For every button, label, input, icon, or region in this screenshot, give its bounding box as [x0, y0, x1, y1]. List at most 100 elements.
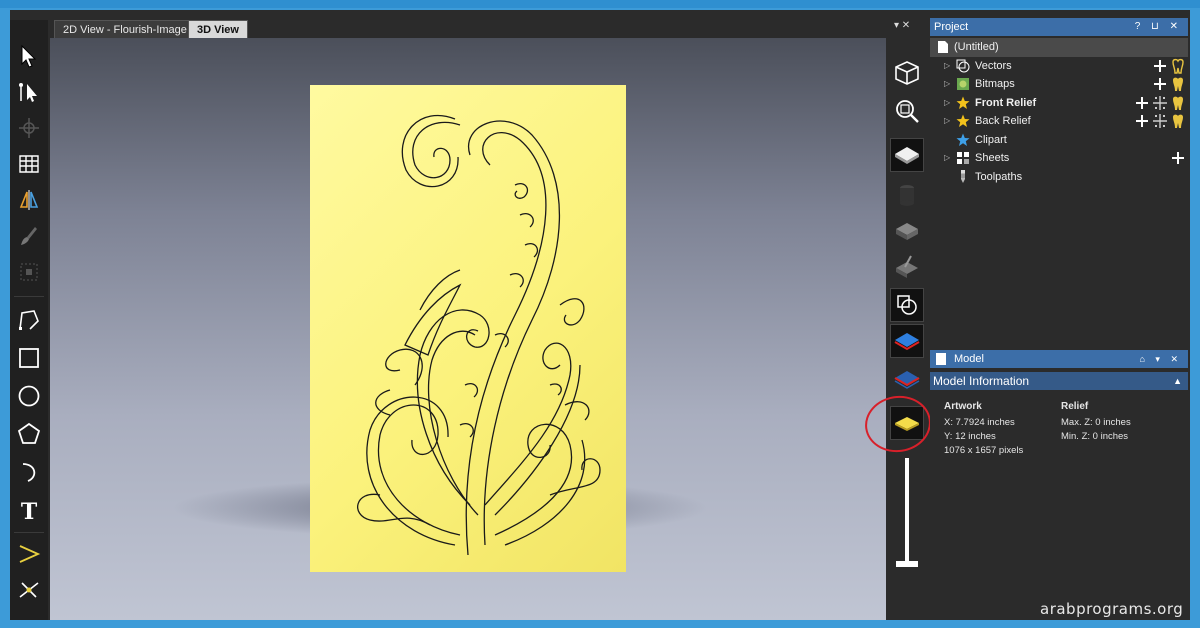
expand-arrow-icon[interactable]: ▷: [944, 75, 950, 93]
cylinder-icon[interactable]: [890, 178, 924, 212]
tree-item-clipart[interactable]: Clipart: [930, 131, 1188, 150]
arc-icon[interactable]: [13, 456, 45, 488]
tree-item-label: Vectors: [975, 59, 1012, 72]
model-header[interactable]: Model ⌂ ▾ ✕: [930, 350, 1188, 368]
star-icon: [956, 96, 970, 109]
expand-arrow-icon[interactable]: ▷: [944, 94, 950, 112]
grid-dots-icon[interactable]: [1152, 95, 1168, 111]
relief-panel[interactable]: [310, 85, 626, 572]
view-icon-strip: ▾ ✕: [886, 18, 928, 620]
model-information-title: Model Information: [933, 374, 1030, 388]
tree-item-front-relief[interactable]: ▷ Front Relief: [930, 94, 1188, 113]
tree-item-sheets[interactable]: ▷ Sheets: [930, 149, 1188, 168]
3d-viewport[interactable]: [50, 38, 886, 620]
grid-snap-icon[interactable]: [13, 256, 45, 288]
tree-item-vectors[interactable]: ▷ Vectors: [930, 57, 1188, 76]
model-information-header[interactable]: Model Information ▲: [930, 372, 1188, 390]
trim-icon[interactable]: [13, 574, 45, 606]
artwork-pixels: 1076 x 1657 pixels: [944, 445, 1024, 456]
add-icon[interactable]: [1170, 150, 1186, 166]
project-header: Project ? ⊔ ✕: [930, 18, 1188, 36]
sheets-icon: [957, 152, 969, 164]
tooth-outline-icon[interactable]: [1170, 58, 1186, 74]
brush-cube-icon[interactable]: [890, 250, 924, 284]
vectors-icon: [956, 59, 970, 72]
tree-root-label: (Untitled): [954, 41, 999, 53]
relief-min-z: Min. Z: 0 inches: [1061, 431, 1129, 442]
tree-item-bitmaps[interactable]: ▷ Bitmaps: [930, 75, 1188, 94]
artwork-y: Y: 12 inches: [944, 431, 996, 442]
project-tree: (Untitled) ▷ Vectors ▷ Bitmaps ▷ Front R…: [930, 38, 1188, 186]
expand-arrow-icon[interactable]: ▷: [944, 57, 950, 75]
tree-item-toolpaths[interactable]: Toolpaths: [930, 168, 1188, 187]
extend-icon[interactable]: [13, 608, 45, 620]
project-title: Project: [934, 21, 969, 33]
relief-slider-handle[interactable]: [896, 561, 918, 567]
add-icon[interactable]: [1152, 76, 1168, 92]
tree-item-label: Sheets: [975, 152, 1010, 164]
zoom-fit-icon[interactable]: [890, 94, 924, 128]
tab-2d-view[interactable]: 2D View - Flourish-Image: [54, 20, 196, 38]
artwork-x: X: 7.7924 inches: [944, 417, 1015, 428]
tree-item-label: Clipart: [975, 133, 1007, 146]
tree-item-label: Back Relief: [975, 115, 1031, 127]
transform-icon[interactable]: [13, 112, 45, 144]
relief-slider-track[interactable]: [905, 458, 909, 566]
flourish-artwork: [357, 114, 601, 556]
relief-layer-icon[interactable]: [890, 138, 924, 172]
model-header-controls[interactable]: ⌂ ▾ ✕: [1140, 350, 1183, 368]
watermark: arabprograms.org: [1040, 600, 1184, 618]
document-icon: [938, 41, 948, 53]
tree-item-label: Front Relief: [975, 96, 1037, 109]
red-blue-layer-icon[interactable]: [890, 362, 924, 396]
relief-column: Relief Max. Z: 0 inches Min. Z: 0 inches: [1061, 400, 1131, 444]
polygon-icon[interactable]: [13, 418, 45, 450]
grid-dots-icon[interactable]: [1152, 113, 1168, 129]
polyline-icon[interactable]: [13, 304, 45, 336]
node-edit-icon[interactable]: [13, 76, 45, 108]
project-panel: Project ? ⊔ ✕ (Untitled) ▷ Vectors ▷ Bit…: [930, 18, 1190, 620]
add-icon[interactable]: [1134, 95, 1150, 111]
tree-item-label: Bitmaps: [975, 78, 1015, 90]
add-icon[interactable]: [1134, 113, 1150, 129]
vector-circle-icon[interactable]: [890, 288, 924, 322]
expand-arrow-icon[interactable]: ▷: [944, 112, 950, 130]
ellipse-icon[interactable]: [13, 380, 45, 412]
tree-item-back-relief[interactable]: ▷ Back Relief: [930, 112, 1188, 131]
relief-max-z: Max. Z: 0 inches: [1061, 417, 1131, 428]
select-arrow-icon[interactable]: [13, 40, 45, 72]
relief-heading: Relief: [1061, 401, 1089, 412]
rectangle-icon[interactable]: [13, 342, 45, 374]
blue-star-icon: [956, 133, 970, 146]
artwork-heading: Artwork: [944, 401, 982, 412]
toolbar-separator: [14, 532, 44, 533]
tooth-icon[interactable]: [1170, 95, 1186, 111]
tooth-icon[interactable]: [1170, 76, 1186, 92]
mesh-icon[interactable]: [13, 148, 45, 180]
tab-3d-view[interactable]: 3D View: [188, 20, 248, 38]
add-icon[interactable]: [1152, 58, 1168, 74]
star-icon: [956, 114, 970, 127]
collapse-icon[interactable]: ▲: [1173, 372, 1182, 390]
tooth-icon[interactable]: [1170, 113, 1186, 129]
text-icon[interactable]: T: [13, 494, 45, 526]
iso-cube-icon[interactable]: [890, 56, 924, 90]
solid-cube-icon[interactable]: [890, 214, 924, 248]
tree-item-label: Toolpaths: [975, 170, 1023, 183]
top-strip: [0, 0, 1200, 8]
offset-icon[interactable]: [13, 538, 45, 570]
blue-layer-icon[interactable]: [890, 324, 924, 358]
brush-icon[interactable]: [13, 220, 45, 252]
expand-arrow-icon[interactable]: ▷: [944, 149, 950, 167]
artwork-column: Artwork X: 7.7924 inches Y: 12 inches 10…: [944, 400, 1023, 458]
app-window: T 2D View - Flourish-Image 3D View ▾ ✕ P…: [10, 10, 1190, 620]
tree-root[interactable]: (Untitled): [930, 38, 1188, 57]
toolpaths-icon: [961, 169, 965, 183]
mirror-icon[interactable]: [13, 184, 45, 216]
model-title: Model: [954, 353, 984, 365]
document-icon: [936, 353, 946, 365]
svg-text:T: T: [21, 499, 38, 523]
strip-header-controls[interactable]: ▾ ✕: [886, 18, 928, 32]
left-toolbar: T: [10, 20, 48, 620]
project-header-controls[interactable]: ? ⊔ ✕: [1135, 18, 1182, 36]
